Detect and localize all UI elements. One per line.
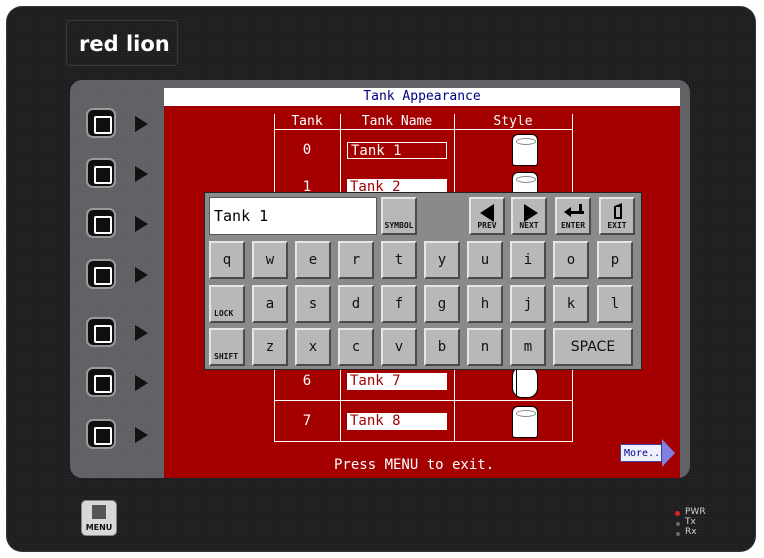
enter-key[interactable]: ENTER bbox=[555, 197, 591, 235]
pwr-led bbox=[675, 511, 680, 516]
lock-key-label: LOCK bbox=[214, 309, 234, 318]
key-c[interactable]: c bbox=[338, 328, 374, 366]
on-screen-keyboard: Tank 1 SYMBOL PREV NEXT ENTER EXIT q w e… bbox=[204, 192, 642, 370]
key-a[interactable]: a bbox=[252, 285, 288, 323]
softkey-5-arrow-icon bbox=[135, 325, 148, 341]
key-o[interactable]: o bbox=[553, 241, 589, 279]
next-key-label: NEXT bbox=[519, 221, 539, 230]
table-row-rule bbox=[274, 441, 572, 442]
footer-hint: Press MENU to exit. bbox=[334, 457, 495, 473]
vertical-tank-icon[interactable] bbox=[512, 134, 538, 166]
horizontal-tank-icon[interactable] bbox=[512, 366, 538, 398]
red-lion-logo: red lion bbox=[66, 20, 178, 66]
exit-key[interactable]: EXIT bbox=[599, 197, 635, 235]
menu-hardware-button[interactable]: MENU bbox=[81, 500, 117, 536]
key-n[interactable]: n bbox=[467, 328, 503, 366]
column-header-tank: Tank bbox=[291, 114, 323, 129]
key-d[interactable]: d bbox=[338, 285, 374, 323]
tank-name-field[interactable]: Tank 7 bbox=[347, 373, 447, 390]
prev-key[interactable]: PREV bbox=[469, 197, 505, 235]
key-w[interactable]: w bbox=[252, 241, 288, 279]
key-v[interactable]: v bbox=[381, 328, 417, 366]
softkey-6-arrow-icon bbox=[135, 375, 148, 391]
softkey-7-arrow-icon bbox=[135, 427, 148, 443]
key-k[interactable]: k bbox=[553, 285, 589, 323]
tank-name-field[interactable]: Tank 8 bbox=[347, 413, 447, 430]
logo-text: red lion bbox=[79, 32, 170, 56]
key-z[interactable]: z bbox=[252, 328, 288, 366]
more-button[interactable]: More... bbox=[620, 439, 675, 467]
enter-key-label: ENTER bbox=[560, 221, 586, 230]
tx-led-label: Tx bbox=[685, 517, 696, 527]
key-r[interactable]: r bbox=[338, 241, 374, 279]
screen-title: Tank Appearance bbox=[164, 88, 680, 106]
softkey-3-arrow-icon bbox=[135, 216, 148, 232]
softkey-7[interactable] bbox=[86, 419, 116, 449]
key-u[interactable]: u bbox=[467, 241, 503, 279]
table-row-rule bbox=[274, 400, 572, 401]
key-p[interactable]: p bbox=[597, 241, 633, 279]
key-m[interactable]: m bbox=[510, 328, 546, 366]
key-j[interactable]: j bbox=[510, 285, 546, 323]
symbol-key-label: SYMBOL bbox=[384, 221, 414, 230]
key-b[interactable]: b bbox=[424, 328, 460, 366]
lock-key[interactable]: LOCK bbox=[209, 285, 245, 323]
key-f[interactable]: f bbox=[381, 285, 417, 323]
key-x[interactable]: x bbox=[295, 328, 331, 366]
column-header-tank-name: Tank Name bbox=[361, 114, 433, 129]
key-g[interactable]: g bbox=[424, 285, 460, 323]
next-key[interactable]: NEXT bbox=[511, 197, 547, 235]
key-l[interactable]: l bbox=[597, 285, 633, 323]
tank-index: 0 bbox=[302, 142, 312, 158]
exit-door-icon bbox=[614, 203, 622, 219]
key-h[interactable]: h bbox=[467, 285, 503, 323]
enter-arrow-icon bbox=[564, 204, 584, 218]
exit-key-label: EXIT bbox=[607, 221, 627, 230]
shift-key[interactable]: SHIFT bbox=[209, 328, 245, 366]
keyboard-input-field[interactable]: Tank 1 bbox=[209, 197, 377, 235]
space-key[interactable]: SPACE bbox=[553, 328, 633, 366]
shift-key-label: SHIFT bbox=[214, 352, 239, 361]
softkey-6[interactable] bbox=[86, 367, 116, 397]
key-y[interactable]: y bbox=[424, 241, 460, 279]
softkey-1-arrow-icon bbox=[135, 116, 148, 132]
key-q[interactable]: q bbox=[209, 241, 245, 279]
tx-led bbox=[676, 522, 680, 526]
key-e[interactable]: e bbox=[295, 241, 331, 279]
softkey-1[interactable] bbox=[86, 108, 116, 138]
softkey-4-arrow-icon bbox=[135, 267, 148, 283]
document-icon bbox=[92, 505, 106, 519]
softkey-2-arrow-icon bbox=[135, 166, 148, 182]
symbol-key[interactable]: SYMBOL bbox=[381, 197, 417, 235]
tank-name-field[interactable]: Tank 1 bbox=[347, 142, 447, 159]
rx-led-label: Rx bbox=[685, 527, 697, 537]
softkey-5[interactable] bbox=[86, 317, 116, 347]
softkey-3[interactable] bbox=[86, 208, 116, 238]
key-i[interactable]: i bbox=[510, 241, 546, 279]
tank-index: 7 bbox=[302, 413, 312, 429]
pwr-led-label: PWR bbox=[685, 507, 706, 517]
prev-key-label: PREV bbox=[477, 221, 497, 230]
vertical-tank-icon[interactable] bbox=[512, 406, 538, 438]
right-arrow-icon bbox=[524, 204, 538, 222]
column-header-style: Style bbox=[493, 114, 533, 129]
key-s[interactable]: s bbox=[295, 285, 331, 323]
left-arrow-icon bbox=[480, 204, 494, 222]
key-t[interactable]: t bbox=[381, 241, 417, 279]
table-header-rule bbox=[274, 129, 572, 130]
rx-led bbox=[676, 532, 680, 536]
softkey-2[interactable] bbox=[86, 158, 116, 188]
tank-index: 6 bbox=[302, 373, 312, 389]
menu-label: MENU bbox=[85, 523, 113, 532]
softkey-4[interactable] bbox=[86, 259, 116, 289]
